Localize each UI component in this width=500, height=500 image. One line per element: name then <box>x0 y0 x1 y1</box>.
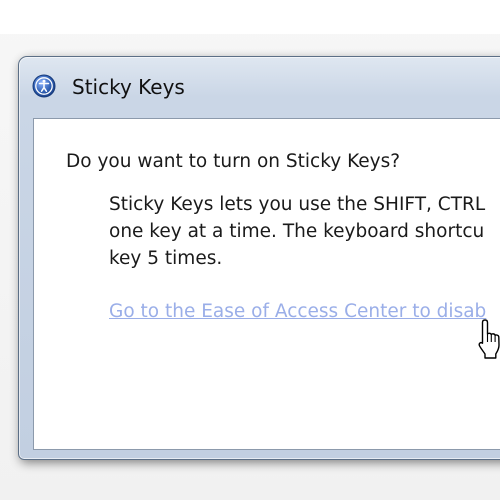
background-band <box>0 0 500 34</box>
ease-of-access-icon <box>32 74 56 98</box>
description-line: one key at a time. The keyboard shortcu <box>109 221 485 242</box>
dialog-content: Do you want to turn on Sticky Keys? Stic… <box>33 118 500 450</box>
screen: Sticky Keys Do you want to turn on Stick… <box>0 0 500 500</box>
description-line: Sticky Keys lets you use the SHIFT, CTRL <box>109 194 486 215</box>
title-bar[interactable]: Sticky Keys <box>19 57 500 115</box>
description-line: key 5 times. <box>109 248 223 269</box>
dialog-question: Do you want to turn on Sticky Keys? <box>66 151 401 172</box>
dialog-description: Sticky Keys lets you use the SHIFT, CTRL… <box>109 191 500 272</box>
ease-of-access-center-link[interactable]: Go to the Ease of Access Center to disab <box>109 301 486 322</box>
sticky-keys-dialog: Sticky Keys Do you want to turn on Stick… <box>18 56 500 460</box>
dialog-title: Sticky Keys <box>72 75 185 99</box>
